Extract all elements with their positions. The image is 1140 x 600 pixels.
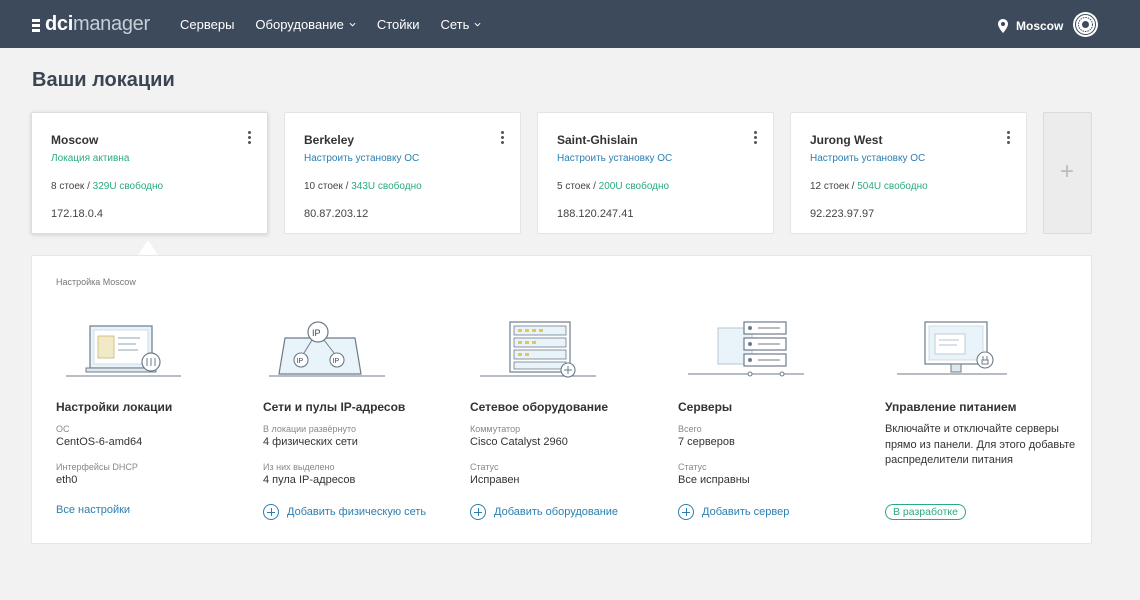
add-physical-network-link[interactable]: Добавить физическую сеть [263,504,426,520]
location-card-berkeley[interactable]: Berkeley Настроить установку ОС 10 стоек… [284,112,521,234]
field-label: ОС [56,424,70,434]
dcimanager-logo[interactable]: dcimanager [32,13,150,35]
location-ip: 92.223.97.97 [810,208,875,220]
page-title: Ваши локации [32,69,175,91]
active-card-pointer [138,240,158,255]
status-value: Исправен [470,474,520,486]
monitor-power-icon [897,321,1007,375]
add-circle-icon [678,504,694,520]
all-settings-link[interactable]: Все настройки [56,504,130,516]
location-name: Saint-Ghislain [557,133,638,147]
section-description: Включайте и отключайте серверы прямо из … [885,423,1076,466]
field-value: CentOS-6-amd64 [56,436,143,448]
more-options-icon[interactable] [248,131,252,145]
location-ip: 172.18.0.4 [51,208,103,220]
location-card-moscow[interactable]: Moscow Локация активна 8 стоек / 329U св… [31,112,268,234]
location-switcher[interactable]: Moscow [998,19,1063,33]
location-status-link[interactable]: Настроить установку ОС [557,153,672,164]
add-equipment-link[interactable]: Добавить оборудование [470,504,618,520]
avatar-emblem-icon [1075,14,1096,35]
more-options-icon[interactable] [501,131,505,145]
ip-network-icon: IP IP IP [269,321,385,377]
switch-rack-icon [480,321,596,378]
location-pin-icon [998,19,1008,33]
nav-item-servers[interactable]: Серверы [180,17,234,32]
section-title: Управление питанием [885,400,1017,414]
main-nav: Серверы Оборудование Стойки Сеть [180,0,502,48]
svg-text:IP: IP [333,358,340,365]
location-name: Berkeley [304,133,355,147]
field-label: Статус [678,462,707,472]
field-value: eth0 [56,474,78,486]
logo-mark-icon [32,16,43,32]
field-value: 7 серверов [678,436,735,448]
status-value: Все исправны [678,474,750,486]
more-options-icon[interactable] [754,131,758,145]
in-development-badge: В разработке [885,504,966,520]
location-status-link[interactable]: Настроить установку ОС [304,153,419,164]
location-rack-stats: 5 стоек / 200U свободно [557,181,670,192]
location-status-link[interactable]: Настроить установку ОС [810,153,925,164]
current-location-name: Moscow [1016,19,1064,33]
field-value: 4 пула IP-адресов [263,474,356,486]
field-label: Всего [678,424,702,434]
svg-text:IP: IP [297,358,304,365]
field-label: В локации развёрнуто [263,424,357,434]
logo-prefix: dci [45,13,73,35]
location-ip: 80.87.203.12 [304,208,369,220]
location-ip: 188.120.247.41 [557,208,634,220]
field-value: Cisco Catalyst 2960 [470,436,568,448]
logo-suffix: manager [73,13,150,35]
field-label: Из них выделено [263,462,335,472]
add-circle-icon [263,504,279,520]
location-name: Jurong West [810,133,883,147]
section-title: Настройки локации [56,400,173,414]
plus-icon: + [1060,158,1075,185]
field-value: 4 физических сети [263,436,358,448]
laptop-settings-icon [66,325,181,377]
panel-title: Настройка Moscow [56,277,136,287]
nav-item-network[interactable]: Сеть [440,17,481,32]
field-label: Интерфейсы DHCP [56,462,138,472]
section-title: Серверы [678,400,733,414]
field-label: Статус [470,462,499,472]
add-circle-icon [470,504,486,520]
location-rack-stats: 8 стоек / 329U свободно [51,181,164,192]
user-avatar[interactable] [1073,12,1098,37]
section-title: Сети и пулы IP-адресов [263,400,406,414]
chevron-down-icon [349,22,356,27]
location-status: Локация активна [51,153,130,164]
servers-stack-icon [688,321,804,377]
more-options-icon[interactable] [1007,131,1011,145]
nav-item-racks[interactable]: Стойки [377,17,420,32]
location-name: Moscow [51,133,99,147]
field-label: Коммутатор [470,424,521,434]
location-details-panel: Настройка Moscow Настройки локации ОС Ce… [31,255,1092,544]
chevron-down-icon [474,22,481,27]
add-location-button[interactable]: + [1043,112,1092,234]
location-rack-stats: 12 стоек / 504U свободно [810,181,928,192]
top-navigation-bar: dcimanager Серверы Оборудование Стойки С… [0,0,1140,48]
add-server-link[interactable]: Добавить сервер [678,504,789,520]
section-title: Сетевое оборудование [470,400,609,414]
location-card-jurong-west[interactable]: Jurong West Настроить установку ОС 12 ст… [790,112,1027,234]
location-card-saint-ghislain[interactable]: Saint-Ghislain Настроить установку ОС 5 … [537,112,774,234]
location-rack-stats: 10 стоек / 343U свободно [304,181,422,192]
nav-item-equipment[interactable]: Оборудование [255,17,356,32]
svg-text:IP: IP [312,328,321,338]
